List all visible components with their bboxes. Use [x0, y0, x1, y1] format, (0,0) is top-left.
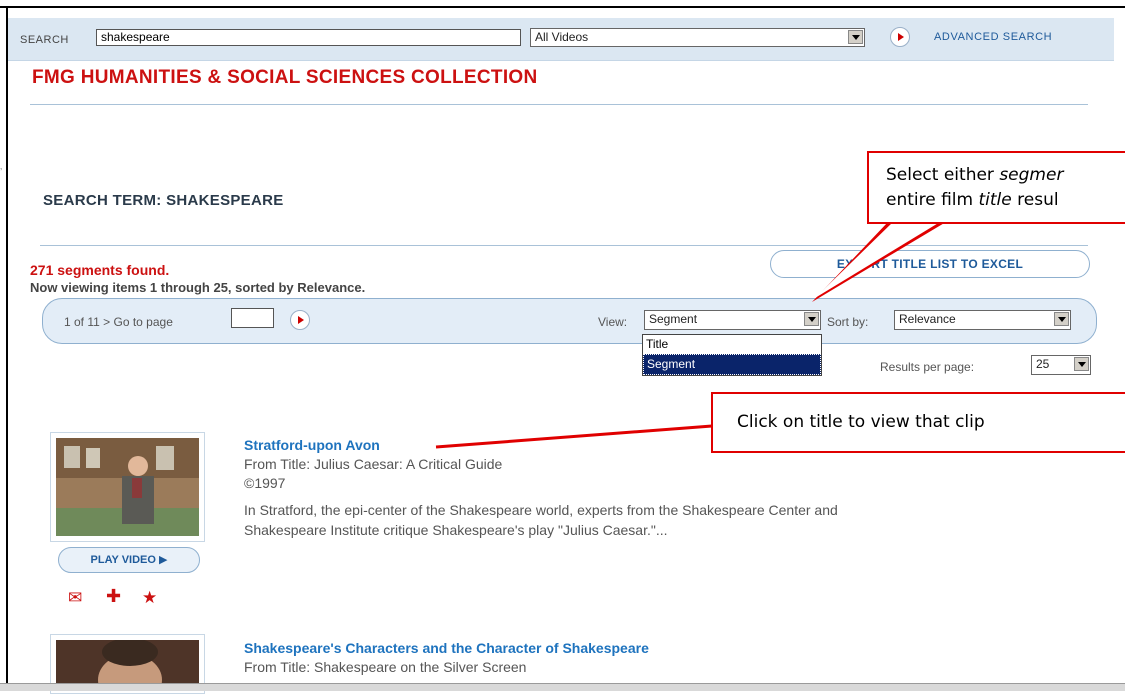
callout-line-1: Select either segmer — [886, 165, 1064, 185]
callout-pointer — [812, 222, 946, 302]
callout-line — [435, 424, 713, 449]
view-hint-callout: Select either segmer entire film title r… — [867, 151, 1125, 224]
title-hint-callout: Click on title to view that clip — [711, 392, 1125, 453]
edge-fragment: ’ — [0, 167, 3, 178]
annotation-arrows — [435, 222, 946, 449]
callout-line-2: entire film title resul — [886, 190, 1059, 210]
